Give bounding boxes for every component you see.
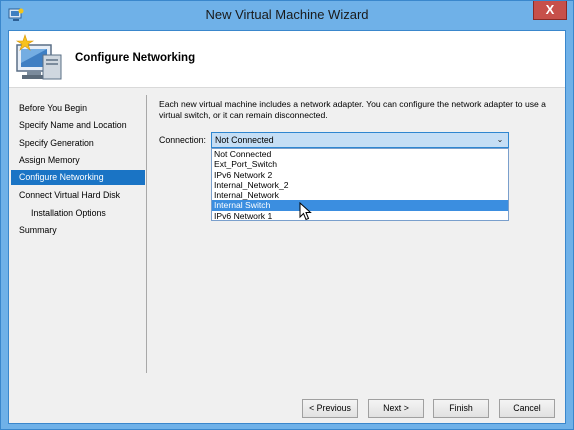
nav-item-configure-networking[interactable]: Configure Networking bbox=[11, 170, 145, 185]
nav-item-specify-name-and-location[interactable]: Specify Name and Location bbox=[11, 118, 145, 133]
option-not-connected[interactable]: Not Connected bbox=[212, 149, 508, 159]
option-ipv6-network-1[interactable]: IPv6 Network 1 bbox=[212, 211, 508, 221]
cancel-button[interactable]: Cancel bbox=[499, 399, 555, 418]
window-title: New Virtual Machine Wizard bbox=[205, 7, 369, 22]
connection-dropdown-value: Not Connected bbox=[215, 135, 274, 145]
page-title: Configure Networking bbox=[75, 52, 196, 64]
nav-divider bbox=[146, 95, 147, 373]
mouse-cursor-icon bbox=[299, 202, 312, 221]
next-button[interactable]: Next > bbox=[368, 399, 424, 418]
chevron-down-icon[interactable]: ⌄ bbox=[496, 133, 504, 147]
wizard-window: New Virtual Machine Wizard X Configure N… bbox=[0, 0, 574, 430]
nav-item-before-you-begin[interactable]: Before You Begin bbox=[11, 101, 145, 116]
virtual-machine-wizard-icon bbox=[15, 34, 62, 80]
nav-item-assign-memory[interactable]: Assign Memory bbox=[11, 153, 145, 168]
nav-item-installation-options[interactable]: Installation Options bbox=[11, 206, 145, 221]
option-ext-port-switch[interactable]: Ext_Port_Switch bbox=[212, 159, 508, 169]
networking-content: Each new virtual machine includes a netw… bbox=[159, 99, 559, 221]
wizard-header: Configure Networking bbox=[9, 31, 565, 88]
wizard-steps-nav: Before You Begin Specify Name and Locati… bbox=[9, 89, 147, 377]
option-internal-network-2[interactable]: Internal_Network_2 bbox=[212, 180, 508, 190]
finish-button[interactable]: Finish bbox=[433, 399, 489, 418]
connection-dropdown[interactable]: Not Connected ⌄ bbox=[211, 132, 509, 148]
option-internal-switch[interactable]: Internal Switch bbox=[212, 200, 508, 211]
networking-description: Each new virtual machine includes a netw… bbox=[159, 99, 546, 120]
nav-item-summary[interactable]: Summary bbox=[11, 223, 145, 238]
connection-options-list: Not Connected Ext_Port_Switch IPv6 Netwo… bbox=[211, 148, 509, 221]
nav-item-specify-generation[interactable]: Specify Generation bbox=[11, 136, 145, 151]
title-bar[interactable]: New Virtual Machine Wizard X bbox=[1, 1, 573, 30]
option-internal-network[interactable]: Internal_Network bbox=[212, 190, 508, 200]
previous-button[interactable]: < Previous bbox=[302, 399, 358, 418]
connection-label: Connection: bbox=[159, 135, 206, 145]
nav-item-connect-virtual-hard-disk[interactable]: Connect Virtual Hard Disk bbox=[11, 188, 145, 203]
close-button[interactable]: X bbox=[533, 1, 567, 20]
option-ipv6-network-2[interactable]: IPv6 Network 2 bbox=[212, 170, 508, 180]
wizard-client-area: Configure Networking Before You Begin Sp… bbox=[8, 30, 566, 424]
